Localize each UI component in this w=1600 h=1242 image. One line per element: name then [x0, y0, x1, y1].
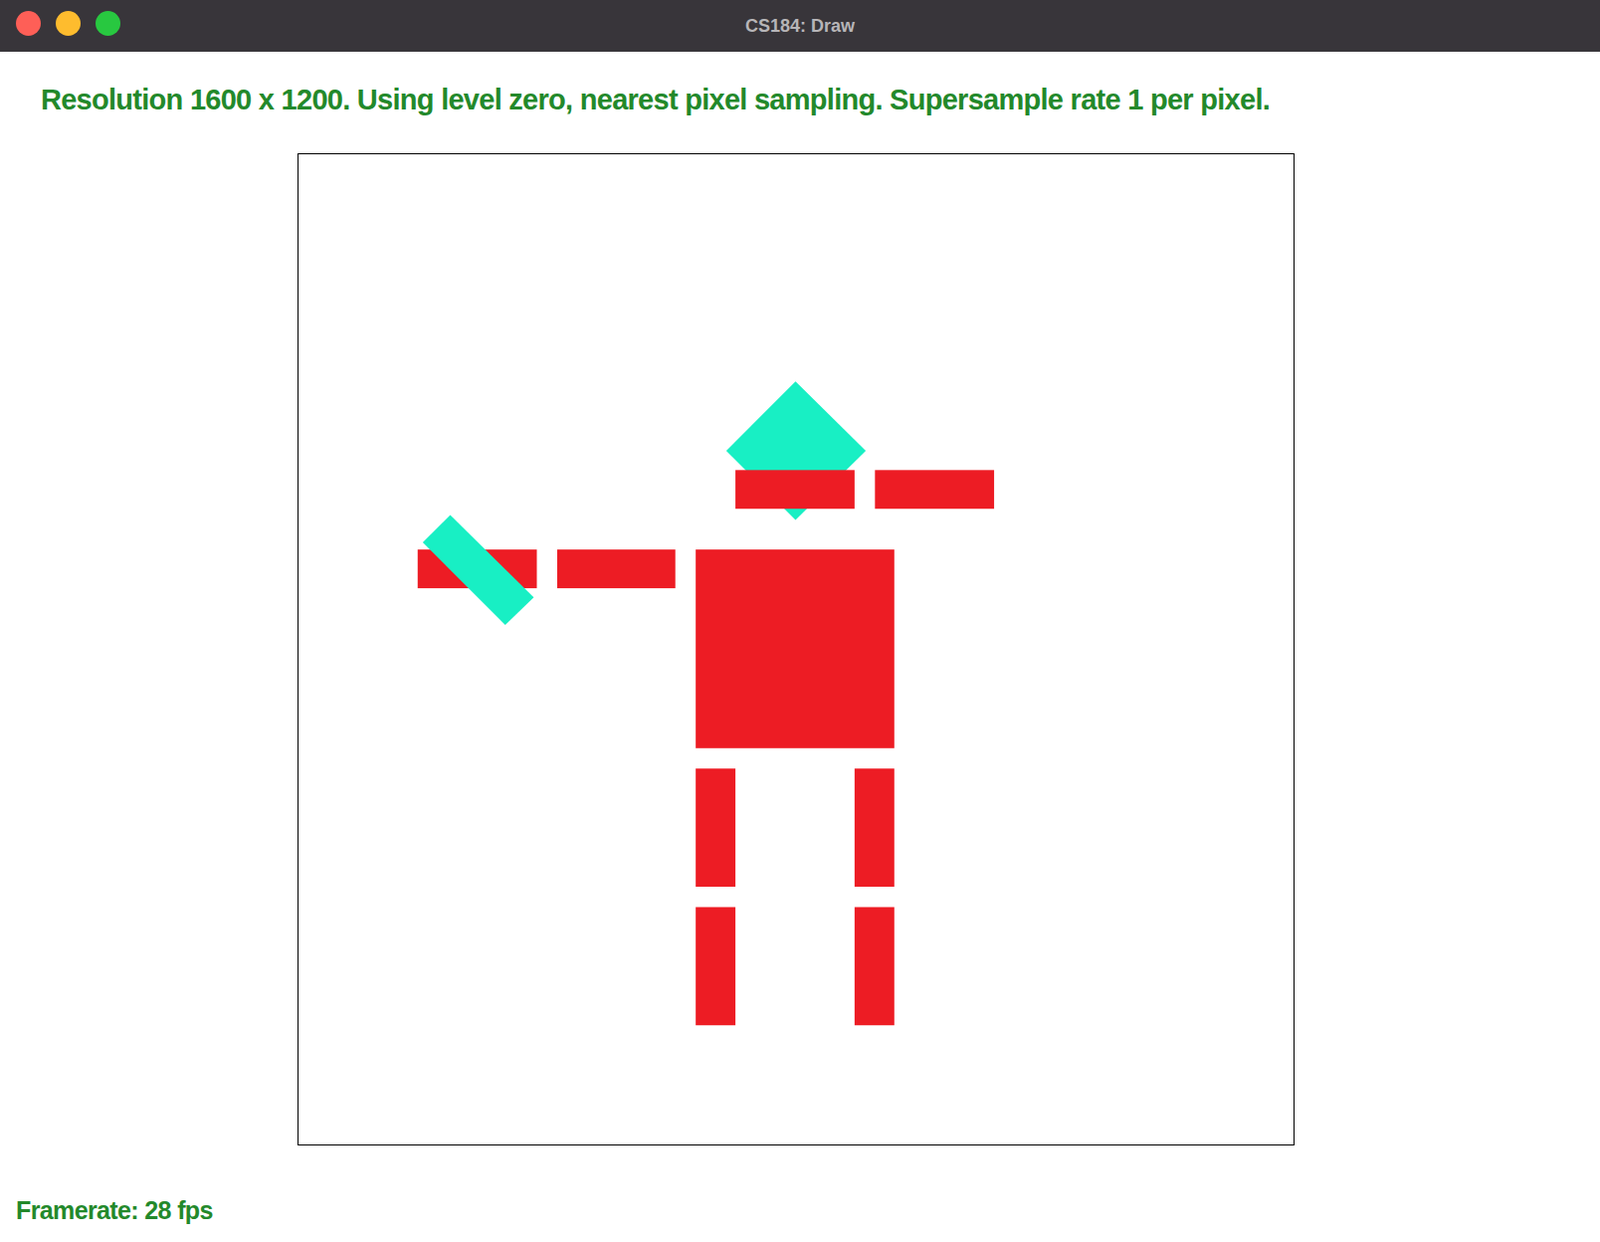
- right-lower-leg: [854, 906, 895, 1025]
- right-outer-arm: [874, 469, 995, 509]
- minimize-button[interactable]: [55, 10, 81, 36]
- content: Resolution 1600 x 1200. Using level zero…: [0, 51, 1600, 1242]
- right-upper-leg: [854, 768, 895, 887]
- app-window: CS184: Draw Resolution 1600 x 1200. Using…: [0, 0, 1600, 1242]
- torso: [695, 549, 895, 749]
- left-lower-leg: [695, 906, 736, 1025]
- status-text: Resolution 1600 x 1200. Using level zero…: [0, 81, 1600, 118]
- window-title: CS184: Draw: [745, 12, 855, 40]
- maximize-button[interactable]: [95, 10, 121, 36]
- close-button[interactable]: [15, 10, 41, 36]
- framerate-text: Framerate: 28 fps: [0, 1195, 1600, 1225]
- draw-canvas[interactable]: [297, 153, 1295, 1146]
- window-controls: [15, 10, 121, 36]
- title-bar: CS184: Draw: [0, 0, 1600, 52]
- left-inner-arm: [557, 549, 676, 589]
- left-upper-leg: [695, 768, 736, 887]
- figure-drawing: [298, 154, 1294, 1145]
- right-inner-arm: [735, 469, 855, 509]
- head: [726, 381, 866, 520]
- hand: [422, 514, 535, 625]
